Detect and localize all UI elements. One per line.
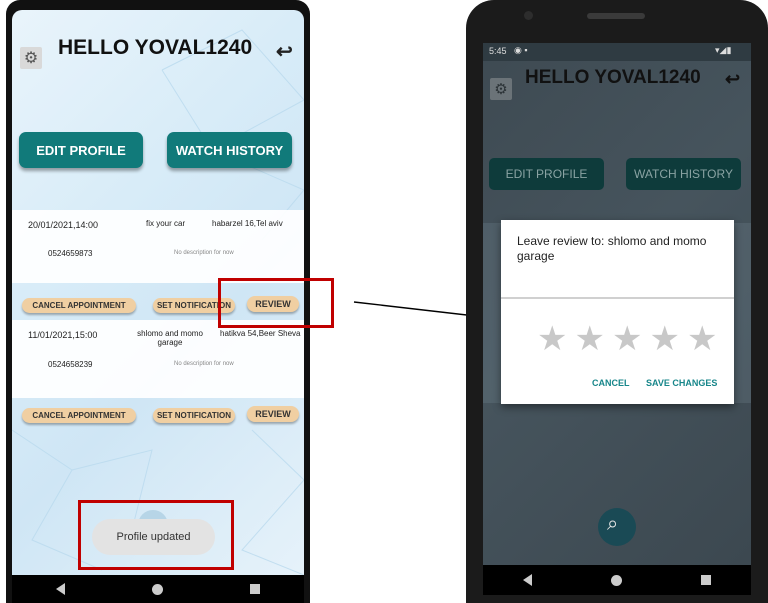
appointment-description: No description for now bbox=[174, 361, 234, 367]
android-nav-bar bbox=[12, 575, 304, 603]
edit-profile-button[interactable]: EDIT PROFILE bbox=[489, 158, 604, 190]
search-fab[interactable]: ⌕ bbox=[598, 508, 636, 546]
save-changes-button[interactable]: SAVE CHANGES bbox=[646, 378, 717, 388]
speaker-grille bbox=[587, 13, 645, 19]
gear-icon: ⚙ bbox=[494, 81, 508, 98]
appointment-card: 11/01/2021,15:00 shlomo and momo garage … bbox=[12, 320, 304, 398]
star-icon[interactable]: ★ bbox=[649, 322, 679, 356]
appointment-address: habarzel 16,Tel aviv bbox=[212, 219, 283, 228]
review-dialog-title: Leave review to: shlomo and momo garage bbox=[517, 234, 707, 263]
nav-home-icon[interactable] bbox=[151, 583, 163, 595]
notification-icons: ◉ ▪ bbox=[514, 45, 528, 55]
nav-back-icon[interactable] bbox=[55, 583, 65, 595]
nav-recents-icon[interactable] bbox=[250, 584, 261, 594]
dialog-divider bbox=[501, 297, 734, 299]
appointment-datetime: 11/01/2021,15:00 bbox=[28, 330, 98, 340]
appointment-address: hatikva 54,Beer Sheva bbox=[220, 329, 301, 338]
cancel-appointment-button[interactable]: CANCEL APPOINTMENT bbox=[22, 408, 136, 423]
appointment-card: 20/01/2021,14:00 fix your car habarzel 1… bbox=[12, 210, 304, 283]
appointment-datetime: 20/01/2021,14:00 bbox=[28, 220, 99, 230]
status-bar: 5:45 ◉ ▪ ▾◢▮ bbox=[483, 43, 751, 61]
logout-icon[interactable]: ↩ bbox=[725, 69, 740, 90]
rating-bar[interactable]: ★ ★ ★ ★ ★ bbox=[537, 322, 717, 356]
right-phone-screen: 5:45 ◉ ▪ ▾◢▮ ⚙ HELLO YOVAL1240 ↩ EDIT PR… bbox=[483, 43, 751, 565]
front-camera bbox=[524, 11, 533, 20]
star-icon[interactable]: ★ bbox=[687, 322, 717, 356]
watch-history-button[interactable]: WATCH HISTORY bbox=[167, 132, 292, 168]
review-highlight-box bbox=[218, 278, 334, 328]
edit-profile-button[interactable]: EDIT PROFILE bbox=[19, 132, 143, 168]
review-button[interactable]: REVIEW bbox=[247, 406, 299, 422]
settings-button[interactable]: ⚙ bbox=[20, 47, 42, 69]
nav-back-icon[interactable] bbox=[522, 574, 532, 586]
greeting-title: HELLO YOVAL1240 bbox=[525, 67, 701, 88]
toast-highlight-box bbox=[78, 500, 234, 570]
status-time: 5:45 bbox=[489, 46, 507, 56]
cancel-appointment-button[interactable]: CANCEL APPOINTMENT bbox=[22, 298, 136, 313]
appointment-phone: 0524658239 bbox=[48, 360, 93, 369]
nav-recents-icon[interactable] bbox=[701, 575, 712, 585]
watch-history-button[interactable]: WATCH HISTORY bbox=[626, 158, 741, 190]
signal-battery-icons: ▾◢▮ bbox=[715, 45, 732, 55]
star-icon[interactable]: ★ bbox=[574, 322, 604, 356]
gear-icon: ⚙ bbox=[23, 50, 39, 67]
nav-home-icon[interactable] bbox=[610, 574, 622, 586]
search-icon: ⌕ bbox=[607, 513, 619, 535]
greeting-title: HELLO YOVAL1240 bbox=[58, 36, 253, 59]
appointment-service: fix your car bbox=[146, 219, 186, 228]
review-dialog: Leave review to: shlomo and momo garage … bbox=[501, 220, 734, 404]
star-icon[interactable]: ★ bbox=[537, 322, 567, 356]
android-nav-bar bbox=[483, 565, 751, 595]
settings-button[interactable]: ⚙ bbox=[490, 78, 512, 100]
set-notification-button[interactable]: SET NOTIFICATION bbox=[153, 408, 235, 423]
star-icon[interactable]: ★ bbox=[612, 322, 642, 356]
appointment-description: No description for now bbox=[174, 250, 234, 256]
appointment-service: shlomo and momo garage bbox=[137, 329, 203, 347]
cancel-button[interactable]: CANCEL bbox=[592, 378, 630, 388]
logout-icon[interactable]: ↩ bbox=[276, 39, 293, 64]
appointment-phone: 0524659873 bbox=[48, 249, 93, 258]
